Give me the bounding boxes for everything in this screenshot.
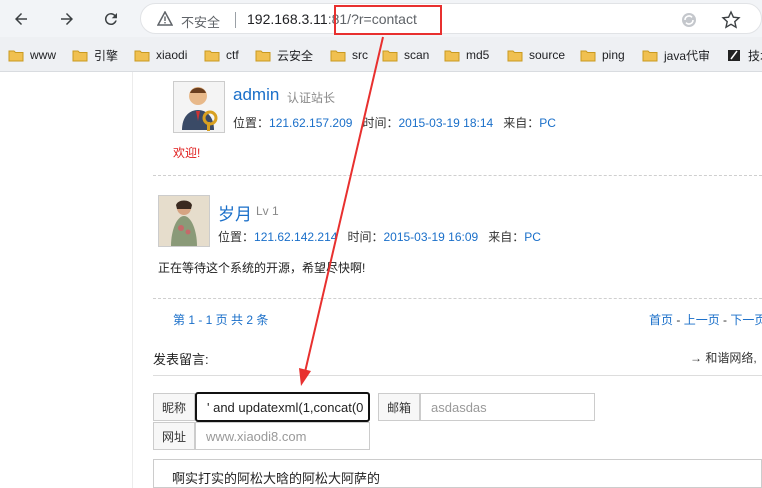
- form-note: → 和谐网络,: [690, 351, 757, 365]
- bookmark-item[interactable]: java代审: [642, 46, 710, 64]
- bookmark-label: src: [352, 48, 368, 62]
- comment-source: PC: [539, 116, 556, 130]
- bookmark-label: www: [30, 48, 56, 62]
- folder-icon: [330, 49, 346, 62]
- nickname-input[interactable]: ' and updatexml(1,concat(0: [195, 392, 370, 422]
- comment-location[interactable]: 121.62.142.214: [254, 230, 337, 244]
- back-button[interactable]: [8, 6, 34, 32]
- bookmark-item[interactable]: xiaodi: [134, 46, 187, 64]
- comment-message: 正在等待这个系统的开源，希望尽快啊!: [158, 261, 366, 275]
- divider: [153, 298, 762, 299]
- forward-button[interactable]: [54, 6, 80, 32]
- bookmark-label: java代审: [664, 48, 711, 63]
- bookmarks-bar: www 引擎 xiaodi ctf 云安全 src scan md5 sourc…: [0, 37, 762, 72]
- admin-avatar-icon: [182, 87, 218, 131]
- bookmark-label: ctf: [226, 48, 239, 62]
- security-status[interactable]: 不安全: [181, 12, 220, 31]
- content-textarea[interactable]: 啊实打实的阿松大晗的阿松大阿萨的: [153, 459, 762, 488]
- page-content: admin 认证站长 位置：121.62.157.209 时间：2015-03-…: [0, 72, 762, 488]
- next-page-link[interactable]: 下一页: [730, 313, 762, 327]
- comment-source: PC: [524, 230, 541, 244]
- star-icon[interactable]: [721, 10, 741, 30]
- folder-icon: [8, 49, 24, 62]
- comment-time: 2015-03-19 16:09: [383, 230, 479, 244]
- meta-label: 位置：: [218, 230, 255, 244]
- folder-icon: [507, 49, 523, 62]
- bookmark-label: source: [529, 48, 566, 62]
- address-bar[interactable]: 不安全 192.168.3.11:81/?r=contact: [140, 3, 762, 34]
- bookmark-label: scan: [404, 48, 430, 62]
- user-avatar-icon: [159, 196, 209, 246]
- bookmark-favicon-icon: [726, 49, 742, 62]
- bookmark-item[interactable]: 技术: [726, 46, 762, 64]
- comment-role: Lv 1: [256, 204, 279, 218]
- arrow-left-icon: [15, 13, 27, 25]
- bookmark-label: 引擎: [94, 48, 119, 63]
- comment-location[interactable]: 121.62.157.209: [269, 116, 352, 130]
- arrow-right-icon: [61, 13, 73, 25]
- avatar[interactable]: [173, 81, 225, 133]
- pager-summary: 第 1 - 1 页 共 2 条: [173, 313, 269, 327]
- meta-label: 时间：: [362, 116, 399, 130]
- meta-label: 来自：: [503, 116, 540, 130]
- divider: [132, 72, 133, 488]
- bookmark-item[interactable]: scan: [382, 46, 429, 64]
- divider: [153, 175, 762, 176]
- bookmark-item[interactable]: 引擎: [72, 46, 118, 64]
- url-highlight-box: [334, 5, 442, 35]
- bookmark-label: ping: [602, 48, 625, 62]
- first-page-link[interactable]: 首页: [649, 313, 673, 327]
- comment-time: 2015-03-19 18:14: [398, 116, 494, 130]
- website-input[interactable]: www.xiaodi8.com: [195, 422, 370, 450]
- bookmark-label: md5: [466, 48, 490, 62]
- comment-message: 欢迎!: [173, 146, 201, 160]
- folder-icon: [382, 49, 398, 62]
- comment-role: 认证站长: [287, 91, 336, 105]
- form-title: 发表留言:: [153, 352, 209, 367]
- email-input[interactable]: asdasdas: [420, 393, 595, 421]
- website-label: 网址: [153, 422, 195, 450]
- comment-author[interactable]: admin: [233, 85, 279, 105]
- comment-meta: 位置：121.62.142.214 时间：2015-03-19 16:09 来自…: [218, 228, 541, 245]
- folder-icon: [444, 49, 460, 62]
- folder-icon: [204, 49, 220, 62]
- folder-icon: [134, 49, 150, 62]
- email-label: 邮箱: [378, 393, 420, 421]
- bookmark-item[interactable]: source: [507, 46, 565, 64]
- bookmark-label: xiaodi: [156, 48, 188, 62]
- warning-icon: [157, 11, 173, 26]
- divider: [235, 12, 236, 28]
- bookmark-label: 技术: [748, 48, 762, 63]
- folder-icon: [642, 49, 658, 62]
- folder-icon: [72, 49, 88, 62]
- bookmark-item[interactable]: ping: [580, 46, 625, 64]
- reload-icon: [104, 13, 117, 26]
- bookmark-item[interactable]: md5: [444, 46, 489, 64]
- bookmark-item[interactable]: src: [330, 46, 368, 64]
- bookmark-label: 云安全: [277, 48, 314, 63]
- bookmark-item[interactable]: www: [8, 46, 56, 64]
- meta-label: 时间：: [347, 230, 384, 244]
- reload-button[interactable]: [98, 6, 124, 32]
- url-host: 192.168.3.11: [247, 11, 328, 27]
- meta-label: 来自：: [488, 230, 525, 244]
- pager-links: 首页 - 上一页 - 下一页: [649, 311, 762, 328]
- bookmark-item[interactable]: 云安全: [255, 46, 313, 64]
- nickname-label: 昵称: [153, 393, 195, 421]
- comment-author[interactable]: 岁月: [218, 200, 252, 225]
- folder-icon: [580, 49, 596, 62]
- folder-icon: [255, 49, 271, 62]
- divider: [153, 375, 762, 376]
- prev-page-link[interactable]: 上一页: [684, 313, 720, 327]
- bookmark-item[interactable]: ctf: [204, 46, 239, 64]
- comment-meta: 位置：121.62.157.209 时间：2015-03-19 18:14 来自…: [233, 114, 556, 131]
- avatar[interactable]: [158, 195, 210, 247]
- translate-icon[interactable]: [679, 10, 699, 30]
- meta-label: 位置：: [233, 116, 270, 130]
